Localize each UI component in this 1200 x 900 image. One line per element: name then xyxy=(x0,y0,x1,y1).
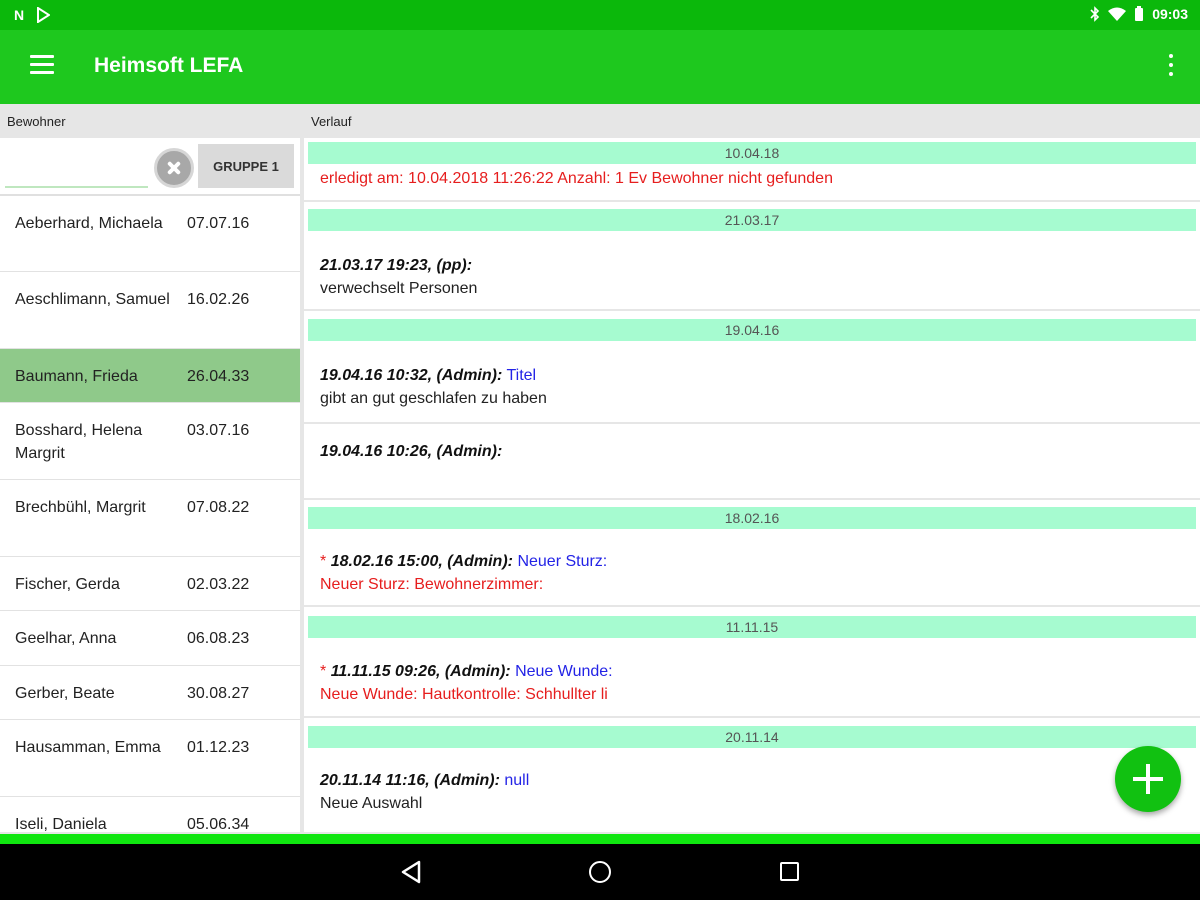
resident-name: Baumann, Frieda xyxy=(15,368,138,385)
entry-title: Titel xyxy=(506,367,537,384)
date-header: 19.04.16 xyxy=(308,319,1196,341)
group-button[interactable]: GRUPPE 1 xyxy=(198,144,294,188)
entry-body: Neue Auswahl xyxy=(320,795,423,812)
history-entry[interactable]: * 18.02.16 15:00, (Admin): Neuer Sturz: … xyxy=(320,550,1180,596)
recent-apps-icon[interactable] xyxy=(780,862,799,881)
divider xyxy=(304,716,1200,718)
status-bar: N 09:03 xyxy=(0,0,1200,30)
app-bar: Heimsoft LEFA xyxy=(0,30,1200,104)
date-header: 11.11.15 xyxy=(308,616,1196,638)
resident-row[interactable]: Aeberhard, Michaela 07.07.16 xyxy=(0,196,300,272)
resident-date: 07.08.22 xyxy=(187,499,250,516)
home-icon[interactable] xyxy=(589,861,611,883)
search-area: GRUPPE 1 xyxy=(0,138,300,196)
search-input[interactable] xyxy=(5,150,148,188)
divider xyxy=(304,309,1200,311)
clear-search-button[interactable] xyxy=(154,148,194,188)
battery-icon xyxy=(1135,6,1144,21)
entry-meta: 11.11.15 09:26, (Admin): xyxy=(330,663,511,680)
status-time: 09:03 xyxy=(1152,6,1188,22)
resident-row[interactable]: Iseli, Daniela 05.06.34 xyxy=(0,797,300,832)
resident-name: Iseli, Daniela xyxy=(15,816,107,832)
resident-date: 16.02.26 xyxy=(187,291,250,308)
entry-body: Neue Wunde: Hautkontrolle: Schhullter li xyxy=(320,686,608,703)
resident-date: 07.07.16 xyxy=(187,215,250,232)
menu-icon[interactable] xyxy=(30,55,54,75)
resident-pane: GRUPPE 1 Aeberhard, Michaela 07.07.16 Ae… xyxy=(0,138,300,832)
resident-date: 30.08.27 xyxy=(187,685,250,702)
add-entry-button[interactable] xyxy=(1115,746,1181,812)
resident-name: Bosshard, Helena Margrit xyxy=(15,422,143,462)
section-header-bewohner: Bewohner xyxy=(7,114,66,129)
alert-star: * xyxy=(320,553,327,570)
resident-name: Fischer, Gerda xyxy=(15,576,120,593)
resident-date: 05.06.34 xyxy=(187,816,250,832)
entry-meta: 19.04.16 10:26, (Admin): xyxy=(320,443,503,460)
resident-name: Brechbühl, Margrit xyxy=(15,499,146,516)
entry-meta: 21.03.17 19:23, (pp): xyxy=(320,257,473,274)
divider xyxy=(304,422,1200,424)
date-header: 21.03.17 xyxy=(308,209,1196,231)
date-header: 10.04.18 xyxy=(308,142,1196,164)
app-title: Heimsoft LEFA xyxy=(94,54,244,77)
wifi-icon xyxy=(1108,7,1127,21)
entry-title: Neue Wunde: xyxy=(515,663,613,680)
resident-name: Aeberhard, Michaela xyxy=(15,215,163,232)
resident-date: 06.08.23 xyxy=(187,630,250,647)
history-entry[interactable]: 20.11.14 11:16, (Admin): null Neue Auswa… xyxy=(320,769,1180,815)
history-pane: 10.04.18 erledigt am: 10.04.2018 11:26:2… xyxy=(304,138,1200,832)
alert-star: * xyxy=(320,663,327,680)
history-entry-text: erledigt am: 10.04.2018 11:26:22 Anzahl:… xyxy=(320,170,833,187)
resident-row[interactable]: Fischer, Gerda 02.03.22 xyxy=(0,557,300,611)
resident-list: Aeberhard, Michaela 07.07.16 Aeschlimann… xyxy=(0,196,300,832)
resident-name: Hausamman, Emma xyxy=(15,739,161,756)
resident-date: 02.03.22 xyxy=(187,576,250,593)
bottom-accent-strip xyxy=(0,834,1200,844)
resident-row[interactable]: Hausamman, Emma 01.12.23 xyxy=(0,720,300,797)
resident-date: 26.04.33 xyxy=(187,368,250,385)
bluetooth-icon xyxy=(1090,6,1100,22)
resident-name: Aeschlimann, Samuel xyxy=(15,291,170,308)
entry-body: gibt an gut geschlafen zu haben xyxy=(320,390,547,407)
divider xyxy=(304,200,1200,202)
overflow-menu-icon[interactable] xyxy=(1166,54,1176,80)
resident-date: 01.12.23 xyxy=(187,739,250,756)
back-icon[interactable] xyxy=(400,860,422,884)
resident-name: Geelhar, Anna xyxy=(15,630,117,647)
entry-body: Neuer Sturz: Bewohnerzimmer: xyxy=(320,576,544,593)
resident-name: Gerber, Beate xyxy=(15,685,115,702)
history-entry[interactable]: 19.04.16 10:32, (Admin): Titel gibt an g… xyxy=(320,364,1180,410)
history-entry[interactable]: 19.04.16 10:26, (Admin): xyxy=(320,440,1180,463)
entry-title: null xyxy=(504,772,530,789)
status-bar-right: 09:03 xyxy=(1090,6,1188,22)
divider xyxy=(304,498,1200,500)
entry-title: Neuer Sturz: xyxy=(517,553,608,570)
resident-date: 03.07.16 xyxy=(187,422,250,439)
resident-row[interactable]: Bosshard, Helena Margrit 03.07.16 xyxy=(0,403,300,480)
section-header-verlauf: Verlauf xyxy=(311,114,352,129)
date-header: 18.02.16 xyxy=(308,507,1196,529)
resident-row[interactable]: Aeschlimann, Samuel 16.02.26 xyxy=(0,272,300,349)
entry-meta: 18.02.16 15:00, (Admin): xyxy=(330,553,513,570)
resident-row[interactable]: Geelhar, Anna 06.08.23 xyxy=(0,611,300,666)
status-bar-left: N xyxy=(14,6,51,24)
navigation-bar xyxy=(0,844,1200,900)
entry-meta: 20.11.14 11:16, (Admin): xyxy=(320,772,500,789)
divider xyxy=(304,605,1200,607)
play-store-icon xyxy=(37,7,51,23)
resident-row[interactable]: Brechbühl, Margrit 07.08.22 xyxy=(0,480,300,557)
history-entry[interactable]: 21.03.17 19:23, (pp): verwechselt Person… xyxy=(320,254,1180,300)
history-entry[interactable]: * 11.11.15 09:26, (Admin): Neue Wunde: N… xyxy=(320,660,1180,706)
entry-meta: 19.04.16 10:32, (Admin): xyxy=(320,367,503,384)
entry-body: verwechselt Personen xyxy=(320,280,478,297)
date-header: 20.11.14 xyxy=(308,726,1196,748)
resident-row[interactable]: Gerber, Beate 30.08.27 xyxy=(0,666,300,720)
resident-row-selected[interactable]: Baumann, Frieda 26.04.33 xyxy=(0,349,300,403)
n-icon: N xyxy=(14,7,25,23)
